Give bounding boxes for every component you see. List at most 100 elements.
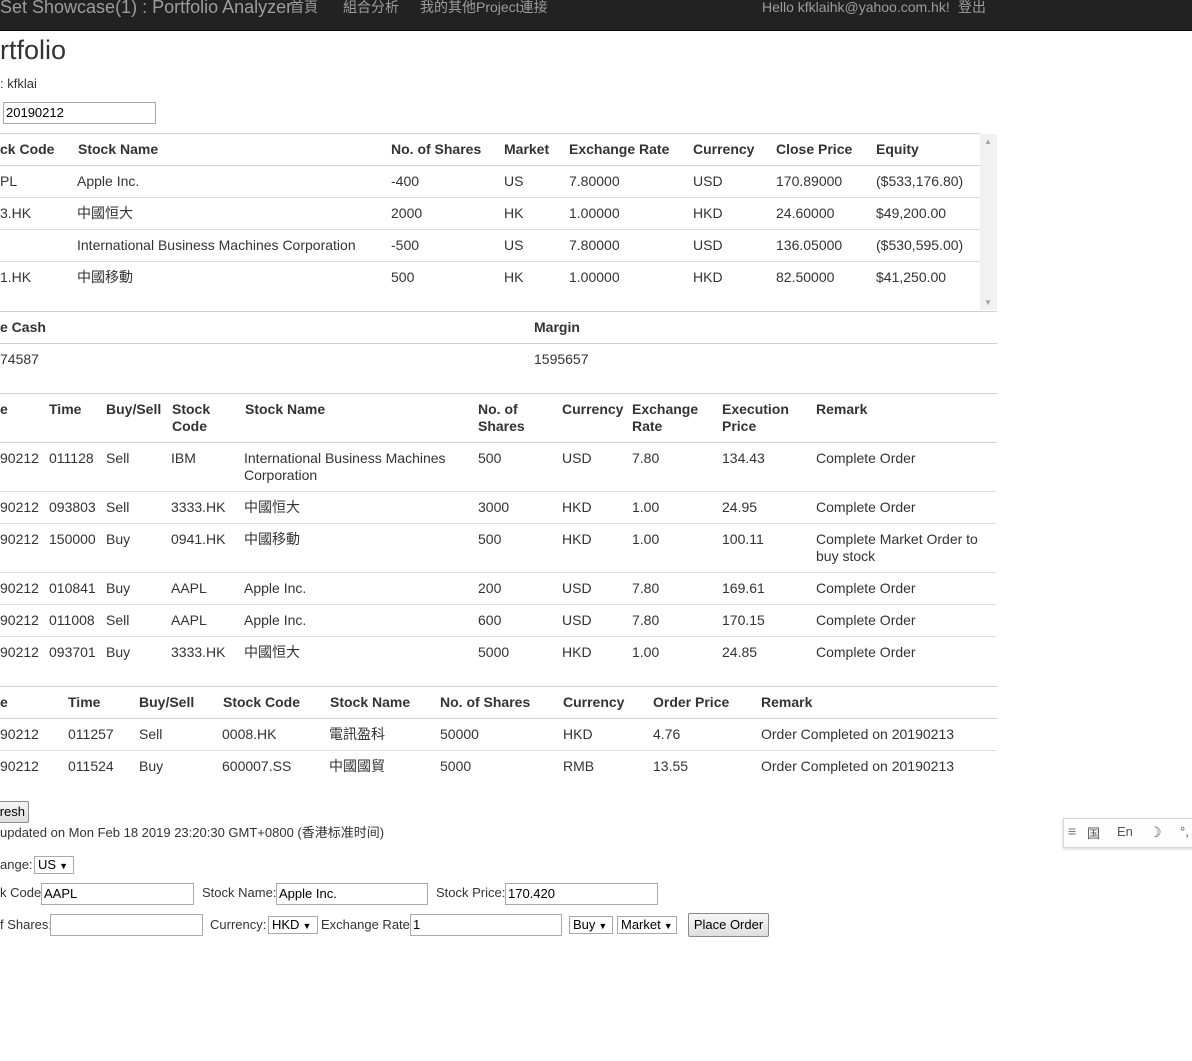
exchange-rate-label: Exchange Rate: [321,917,414,932]
cell-buy-sell: Buy [106,531,131,547]
holdings-scrollbar[interactable]: ▲ ▼ [980,134,997,310]
cell-equity: ($530,595.00) [876,237,964,253]
user-line: : kfklai [0,76,37,91]
cell-date: 90212 [0,450,39,466]
divider [0,311,997,312]
exchange-rate-input[interactable]: 1 [410,914,562,936]
cell-stock-code: 600007.SS [222,758,292,774]
cell-market: HK [504,205,524,221]
cell-stock-name: 中國移動 [244,531,300,547]
cell-date: 90212 [0,612,39,628]
cell-equity: $49,200.00 [876,205,947,221]
nav-link-portfolio-analysis[interactable]: 組合分析 [343,0,399,14]
cell-close-price: 136.05000 [776,237,843,253]
app-brand[interactable]: Set Showcase(1) : Portfolio Analyzer [0,0,292,16]
cash-value: 74587 [0,351,39,367]
cell-currency: USD [693,173,723,189]
cell-currency: RMB [563,758,595,774]
buy-sell-select[interactable]: Buy ▼ [569,916,613,934]
last-updated-text: updated on Mon Feb 18 2019 23:20:30 GMT+… [0,825,385,840]
cell-shares: 500 [391,269,415,285]
col-header-close-price: Close Price [776,141,853,157]
col-header-remark: Remark [816,401,868,417]
cell-time: 150000 [49,531,96,547]
divider [0,261,980,262]
nav-link-other-projects[interactable]: 我的其他Project連接 [420,0,548,14]
cell-shares: 3000 [478,499,510,515]
cell-remark: Complete Market Order to buy stock [816,531,978,564]
logout-link[interactable]: 登出 [958,0,986,14]
cell-buy-sell: Buy [139,758,164,774]
moon-icon[interactable]: ☽ [1149,824,1162,841]
divider [0,523,997,524]
cell-stock-name: International Business Machines Corporat… [244,450,446,483]
col-header-equity: Equity [876,141,919,157]
col-header-margin: Margin [534,319,580,335]
cell-currency: USD [693,237,723,253]
cell-shares: 200 [478,580,502,596]
refresh-button[interactable]: resh [0,801,29,823]
divider [0,393,997,394]
cell-stock-code: AAPL [171,580,207,596]
cell-buy-sell: Sell [106,499,130,515]
cell-stock-code: IBM [171,450,196,466]
order-type-select[interactable]: Market ▼ [617,916,677,934]
col-header-currency: Currency [563,694,625,710]
shares-input[interactable] [50,914,203,936]
stock-price-input[interactable]: 170.420 [505,883,658,905]
col-header-stock-code: Stock Code [223,694,301,710]
nav-link-home[interactable]: 首頁 [290,0,318,14]
cell-shares: 5000 [478,644,510,660]
currency-select[interactable]: HKD ▼ [268,916,318,934]
cell-close-price: 82.50000 [776,269,835,285]
date-input[interactable]: 20190212 [3,102,156,124]
cell-date: 90212 [0,644,39,660]
cell-stock-name: 中國恒大 [244,644,300,660]
cell-order-price: 13.55 [653,758,689,774]
cell-exchange-rate: 7.80000 [569,237,620,253]
ime-mode-icon[interactable]: 国 [1087,823,1100,842]
scroll-up-arrow-icon[interactable]: ▲ [984,137,992,146]
stock-code-input[interactable]: AAPL [41,883,194,905]
cell-stock-code: 1.HK [0,269,32,285]
col-header-exchange-rate: Exchange Rate [569,141,670,157]
cell-close-price: 170.89000 [776,173,843,189]
cell-currency: HKD [693,205,723,221]
cell-date: 90212 [0,499,39,515]
stock-name-label: Stock Name: [202,885,277,900]
cell-currency: HKD [562,499,592,515]
drag-handle-icon[interactable]: ≡ [1068,823,1076,839]
cell-stock-name: Apple Inc. [244,612,307,628]
cell-shares: -500 [391,237,420,253]
user-greeting[interactable]: Hello kfklaihk@yahoo.com.hk! [762,0,950,14]
cell-stock-name: Apple Inc. [244,580,307,596]
col-header-time: Time [68,694,101,710]
buy-sell-select-value: Buy [573,917,596,932]
cell-stock-name: 中國移動 [77,269,133,285]
cell-equity: $41,250.00 [876,269,947,285]
col-header-currency: Currency [562,401,624,417]
cell-exchange-rate: 1.00 [632,499,660,515]
cell-date: 90212 [0,758,39,774]
cell-currency: USD [562,450,592,466]
cell-time: 093803 [49,499,96,515]
cell-shares: 50000 [440,726,479,742]
divider [0,133,980,134]
punctuation-toggle[interactable]: °, [1180,824,1189,839]
col-header-stock-name: Stock Name [78,141,159,157]
cell-buy-sell: Sell [106,450,130,466]
cell-time: 011524 [68,758,114,774]
place-order-button[interactable]: Place Order [688,913,769,937]
scroll-down-arrow-icon[interactable]: ▼ [984,298,992,307]
stock-name-input[interactable]: Apple Inc. [276,883,428,905]
cell-stock-code: 3333.HK [171,644,226,660]
exchange-select[interactable]: US ▼ [34,856,74,874]
cell-execution-price: 24.85 [722,644,758,660]
currency-select-value: HKD [272,917,300,932]
cell-exchange-rate: 1.00 [632,531,660,547]
cell-stock-name: Apple Inc. [77,173,140,189]
ime-lang-toggle[interactable]: En [1117,824,1133,839]
cell-stock-name: 中國國貿 [329,758,385,774]
cell-exchange-rate: 7.80 [632,612,660,628]
cell-currency: HKD [563,726,593,742]
